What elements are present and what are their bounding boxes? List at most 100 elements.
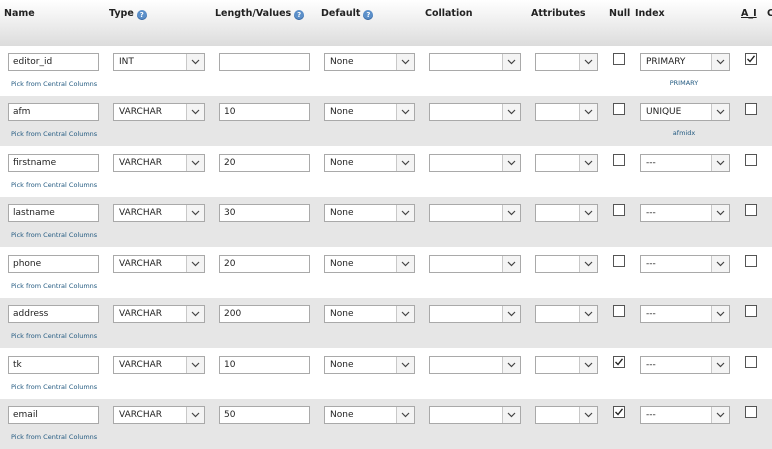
auto-increment-checkbox[interactable] [745,154,757,166]
type-select-value: VARCHAR [119,309,163,319]
type-select[interactable]: VARCHAR [113,103,205,121]
default-select[interactable]: None [324,204,415,222]
pick-central-columns-link[interactable]: Pick from Central Columns [11,231,97,239]
null-checkbox[interactable] [613,255,625,267]
auto-increment-checkbox[interactable] [745,356,757,368]
type-select[interactable]: VARCHAR [113,305,205,323]
index-select[interactable]: --- [640,255,730,273]
column-name-input[interactable]: phone [8,255,99,273]
collation-select[interactable] [429,53,521,71]
null-checkbox[interactable] [613,154,625,166]
pick-central-columns-link[interactable]: Pick from Central Columns [11,332,97,340]
index-select[interactable]: PRIMARY [640,53,730,71]
type-select[interactable]: VARCHAR [113,154,205,172]
collation-select[interactable] [429,103,521,121]
chevron-down-icon [502,104,520,120]
index-select[interactable]: --- [640,406,730,424]
header-auto-increment: A_I [741,8,757,19]
attributes-select[interactable] [535,204,598,222]
default-select[interactable]: None [324,406,415,424]
default-select[interactable]: None [324,53,415,71]
collation-select[interactable] [429,255,521,273]
default-select[interactable]: None [324,154,415,172]
default-select[interactable]: None [324,305,415,323]
index-name-link[interactable]: PRIMARY [641,79,727,87]
auto-increment-checkbox[interactable] [745,103,757,115]
auto-increment-checkbox[interactable] [745,255,757,267]
index-select[interactable]: --- [640,204,730,222]
collation-select[interactable] [429,305,521,323]
auto-increment-checkbox[interactable] [745,204,757,216]
pick-central-columns-link[interactable]: Pick from Central Columns [11,433,97,441]
chevron-down-icon [579,306,597,322]
attributes-select[interactable] [535,255,598,273]
chevron-down-icon [396,357,414,373]
length-values-input[interactable]: 20 [219,255,310,273]
attributes-select[interactable] [535,305,598,323]
column-row: address Pick from Central Columns VARCHAR 2… [0,298,772,348]
help-icon[interactable]: ? [294,10,305,20]
column-name-input[interactable]: tk [8,356,99,374]
index-name-link[interactable]: afmidx [641,129,727,137]
default-select-value: None [330,57,354,67]
auto-increment-checkbox[interactable] [745,305,757,317]
chevron-down-icon [579,54,597,70]
type-select[interactable]: INT [113,53,205,71]
null-checkbox[interactable] [613,103,625,115]
length-values-input[interactable]: 10 [219,356,310,374]
null-checkbox[interactable] [613,356,625,368]
chevron-down-icon [186,104,204,120]
help-icon[interactable]: ? [363,10,374,20]
pick-central-columns-link[interactable]: Pick from Central Columns [11,181,97,189]
column-name-input[interactable]: address [8,305,99,323]
default-select[interactable]: None [324,255,415,273]
length-values-input[interactable]: 50 [219,406,310,424]
length-values-input[interactable]: 10 [219,103,310,121]
column-name-input[interactable]: afm [8,103,99,121]
column-name-input[interactable]: lastname [8,204,99,222]
auto-increment-checkbox[interactable] [745,53,757,65]
index-select-value: --- [646,360,656,370]
null-checkbox[interactable] [613,305,625,317]
attributes-select[interactable] [535,154,598,172]
type-select-value: VARCHAR [119,107,163,117]
index-select[interactable]: --- [640,356,730,374]
pick-central-columns-link[interactable]: Pick from Central Columns [11,383,97,391]
pick-central-columns-link[interactable]: Pick from Central Columns [11,80,97,88]
type-select[interactable]: VARCHAR [113,255,205,273]
attributes-select[interactable] [535,53,598,71]
length-values-input[interactable]: 20 [219,154,310,172]
column-name-input[interactable]: firstname [8,154,99,172]
length-values-input[interactable] [219,53,310,71]
length-values-input[interactable]: 30 [219,204,310,222]
column-row: tk Pick from Central Columns VARCHAR 10 None… [0,349,772,399]
pick-central-columns-link[interactable]: Pick from Central Columns [11,130,97,138]
null-checkbox[interactable] [613,204,625,216]
index-select-value: --- [646,259,656,269]
chevron-down-icon [502,407,520,423]
attributes-select[interactable] [535,103,598,121]
null-checkbox[interactable] [613,53,625,65]
type-select[interactable]: VARCHAR [113,204,205,222]
chevron-down-icon [502,205,520,221]
collation-select[interactable] [429,406,521,424]
collation-select[interactable] [429,356,521,374]
default-select[interactable]: None [324,356,415,374]
help-icon[interactable]: ? [136,10,147,20]
type-select[interactable]: VARCHAR [113,406,205,424]
attributes-select[interactable] [535,356,598,374]
null-checkbox[interactable] [613,406,625,418]
column-name-input[interactable]: email [8,406,99,424]
index-select[interactable]: --- [640,305,730,323]
pick-central-columns-link[interactable]: Pick from Central Columns [11,282,97,290]
column-name-input[interactable]: editor_id [8,53,99,71]
length-values-input[interactable]: 200 [219,305,310,323]
attributes-select[interactable] [535,406,598,424]
collation-select[interactable] [429,204,521,222]
index-select[interactable]: --- [640,154,730,172]
default-select[interactable]: None [324,103,415,121]
index-select[interactable]: UNIQUE [640,103,730,121]
collation-select[interactable] [429,154,521,172]
auto-increment-checkbox[interactable] [745,406,757,418]
type-select[interactable]: VARCHAR [113,356,205,374]
